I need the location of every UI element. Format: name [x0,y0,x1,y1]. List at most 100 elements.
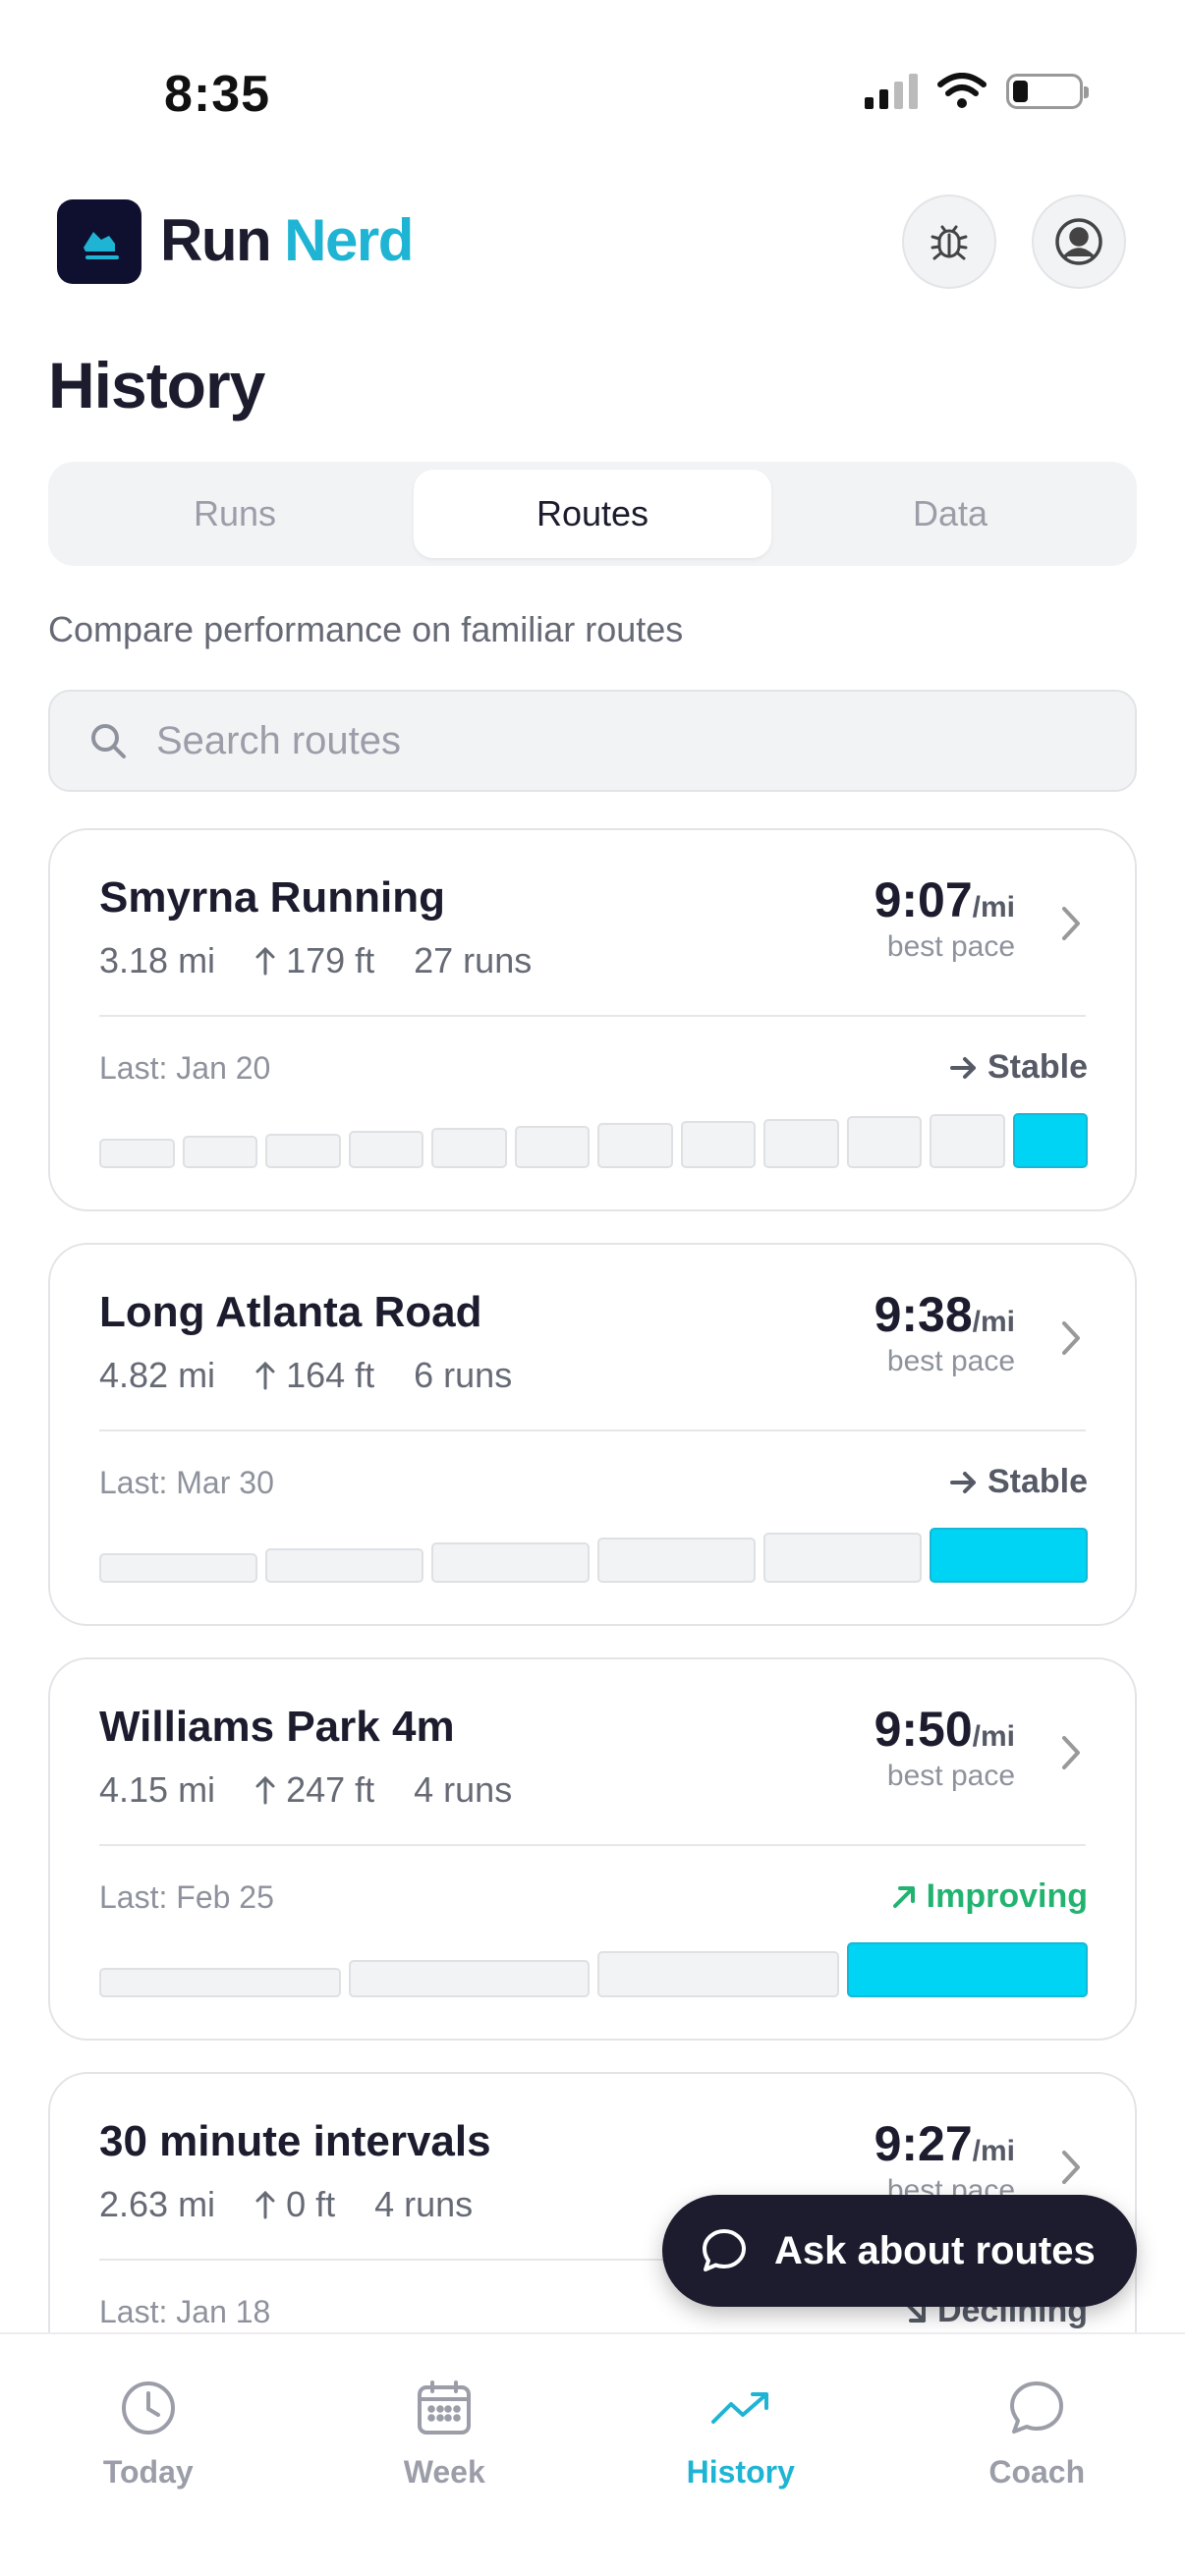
route-distance: 2.63 mi [99,2184,216,2224]
pace-label: best pace [886,930,1015,963]
pace-unit: /mi [972,1306,1015,1338]
pace-history-bar [431,1542,590,1583]
nav-coach-label: Coach [988,2454,1086,2490]
pace-label: best pace [886,1760,1015,1792]
pace-value: 9:50 [874,1702,973,1757]
route-elevation-value: 179 ft [286,940,375,980]
battery-icon [1006,74,1089,109]
route-name: Smyrna Running [99,873,446,922]
ask-about-routes-label: Ask about routes [774,2228,1096,2272]
chevron-right-icon [1062,2151,1080,2184]
chevron-right-icon [1062,907,1080,940]
route-elevation: 0 ft [254,2184,335,2225]
chevron-right-icon [1062,1736,1080,1769]
brand-second: Nerd [284,207,414,273]
pace-history-bar [930,1114,1005,1168]
arrow-up-icon [255,1361,275,1390]
card-divider [99,1844,1086,1846]
route-name: Williams Park 4m [99,1703,455,1751]
route-trend-label: Stable [987,1048,1088,1086]
route-card[interactable]: Williams Park 4m 4.15 mi 247 ft 4 runs 9… [48,1657,1137,2041]
route-runs: 27 runs [414,940,533,980]
status-icons [865,73,1089,110]
runner-shoe-icon [84,232,119,259]
pace-history-bar [846,1116,922,1168]
route-runs: 6 runs [414,1355,513,1395]
route-best-pace: 9:27/mi best pace [875,2115,1015,2208]
nav-week[interactable]: Week [297,2334,593,2576]
route-runs: 4 runs [414,1769,513,1810]
tab-runs[interactable]: Runs [56,470,414,558]
chat-bubble-icon [703,2229,746,2271]
bottom-navigation: Today Week History Coach [0,2332,1185,2576]
pace-value: 9:07 [874,872,973,927]
arrow-up-icon [255,946,275,976]
route-last-run: Last: Jan 18 [99,2294,271,2329]
route-last-run: Last: Jan 20 [99,1050,271,1086]
nav-history-label: History [686,2454,795,2490]
user-avatar-icon [1055,218,1102,265]
route-runs: 4 runs [374,2184,474,2224]
search-input[interactable] [156,718,1041,763]
route-elevation-value: 247 ft [286,1769,375,1810]
bug-report-button[interactable] [902,195,996,289]
pace-history-bar [265,1134,341,1168]
route-elevation: 164 ft [254,1355,374,1396]
wifi-icon [937,73,987,108]
route-elevation: 247 ft [254,1769,374,1811]
tab-data[interactable]: Data [771,470,1129,558]
nav-coach[interactable]: Coach [889,2334,1185,2576]
pace-history-bar [348,1131,423,1168]
route-card[interactable]: Long Atlanta Road 4.82 mi 164 ft 6 runs … [48,1243,1137,1626]
pace-history-bars [99,1528,1088,1583]
nav-week-label: Week [403,2454,485,2490]
route-stats: 2.63 mi 0 ft 4 runs [99,2184,473,2225]
arrow-right-icon [949,1471,976,1493]
pace-history-bar [431,1128,507,1168]
route-last-run: Last: Feb 25 [99,1879,274,1915]
search-icon [91,724,126,758]
route-last-run: Last: Mar 30 [99,1465,274,1500]
card-divider [99,1015,1086,1017]
route-trend-label: Stable [987,1463,1088,1500]
nav-history[interactable]: History [592,2334,889,2576]
pace-history-bar [265,1548,423,1583]
bug-icon [931,225,968,260]
search-bar[interactable] [48,690,1137,792]
ask-about-routes-button[interactable]: Ask about routes [662,2195,1137,2307]
route-distance: 3.18 mi [99,940,216,980]
calendar-icon [418,2380,472,2435]
pace-history-bar [99,1553,257,1583]
pace-history-bar [597,1538,756,1583]
tab-routes[interactable]: Routes [414,470,771,558]
signal-icon [865,74,918,109]
app-logo [57,199,141,284]
nav-today-label: Today [102,2454,194,2490]
pace-history-bar [597,1951,839,1997]
route-name: Long Atlanta Road [99,1288,482,1336]
pace-history-bar [597,1123,673,1168]
pace-history-bar [348,1960,590,1997]
trend-up-icon [710,2392,768,2424]
pace-history-bar [514,1126,590,1168]
route-stats: 3.18 mi 179 ft 27 runs [99,940,532,981]
chat-bubble-icon [1010,2381,1064,2434]
pace-history-bar [763,1119,839,1168]
pace-history-bars [99,1113,1088,1168]
pace-value: 9:38 [874,1287,973,1342]
route-card[interactable]: Smyrna Running 3.18 mi 179 ft 27 runs 9:… [48,828,1137,1211]
pace-history-bar [1012,1113,1088,1168]
pace-value: 9:27 [874,2116,973,2171]
route-elevation-value: 164 ft [286,1355,375,1395]
pace-history-bar [930,1528,1088,1583]
route-best-pace: 9:38/mi best pace [875,1286,1015,1378]
page-title: History [48,349,265,421]
nav-today[interactable]: Today [0,2334,297,2576]
pace-history-bar [182,1136,257,1168]
profile-button[interactable] [1032,195,1126,289]
route-elevation: 179 ft [254,940,374,981]
route-trend-label: Improving [926,1877,1088,1915]
brand-name: Run Nerd [160,206,414,274]
pace-history-bar [680,1121,756,1168]
route-distance: 4.82 mi [99,1355,216,1395]
